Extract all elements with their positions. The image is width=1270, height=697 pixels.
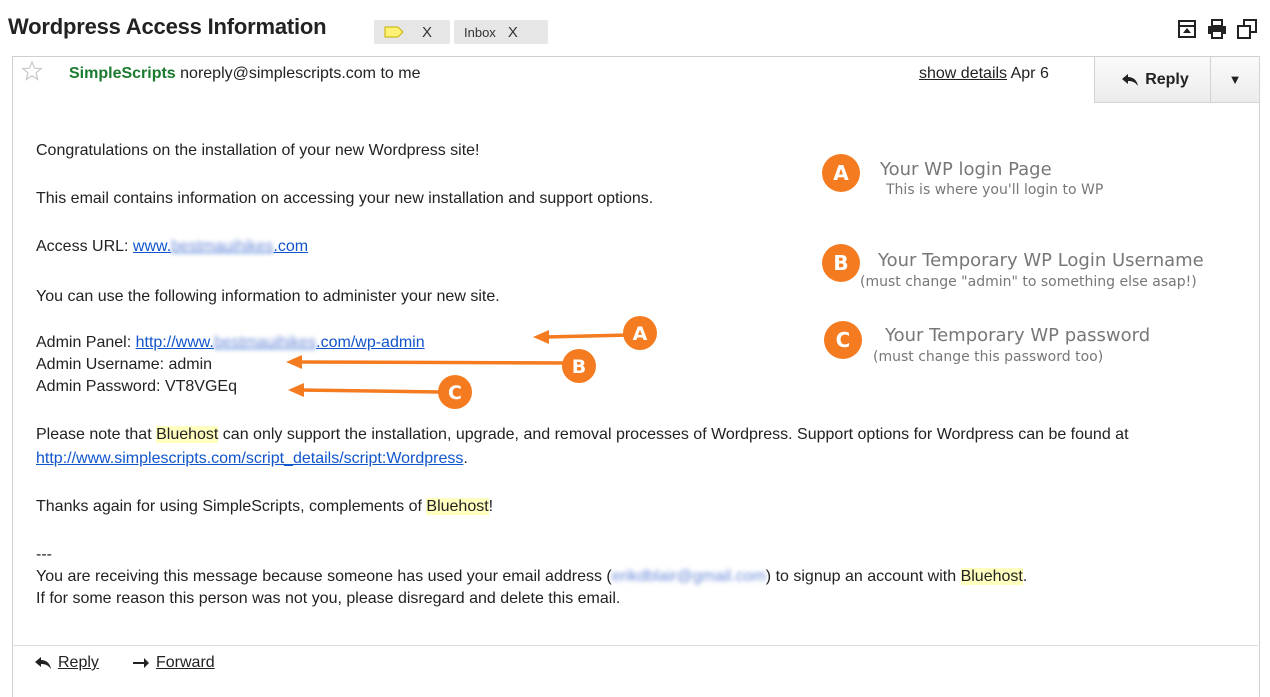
footer-reply-link[interactable]: Reply	[58, 654, 99, 672]
legend-c-title: Your Temporary WP password	[885, 325, 1151, 346]
arrow-b	[286, 355, 570, 369]
legend-c: Your Temporary WP password (must change …	[873, 325, 1151, 365]
legend-c-letter: C	[836, 328, 851, 352]
legend-b-title: Your Temporary WP Login Username	[878, 250, 1204, 271]
legend-a-title: Your WP login Page	[880, 159, 1052, 180]
legend-b: Your Temporary WP Login Username (must c…	[860, 250, 1204, 290]
marker-c-arrow-letter: C	[448, 382, 462, 404]
footer-reply[interactable]: Reply	[34, 654, 99, 672]
legend-a-letter: A	[833, 161, 849, 185]
marker-b-arrow-letter: B	[572, 356, 586, 378]
message-footer: Reply Forward	[12, 645, 1258, 683]
marker-a-arrow-letter: A	[633, 323, 648, 345]
footer-forward-link[interactable]: Forward	[156, 654, 215, 672]
reply-icon	[35, 657, 51, 669]
legend-c-subtitle: (must change this password too)	[873, 349, 1104, 365]
legend-a-subtitle: This is where you'll login to WP	[886, 182, 1104, 198]
footer-forward[interactable]: Forward	[132, 654, 215, 672]
legend-b-subtitle: (must change "admin" to something else a…	[860, 274, 1197, 290]
arrow-c	[288, 383, 442, 397]
legend-b-letter: B	[833, 251, 848, 275]
arrow-a	[533, 330, 632, 344]
legend-a: Your WP login Page This is where you'll …	[880, 159, 1103, 198]
forward-arrow-icon	[133, 658, 149, 668]
